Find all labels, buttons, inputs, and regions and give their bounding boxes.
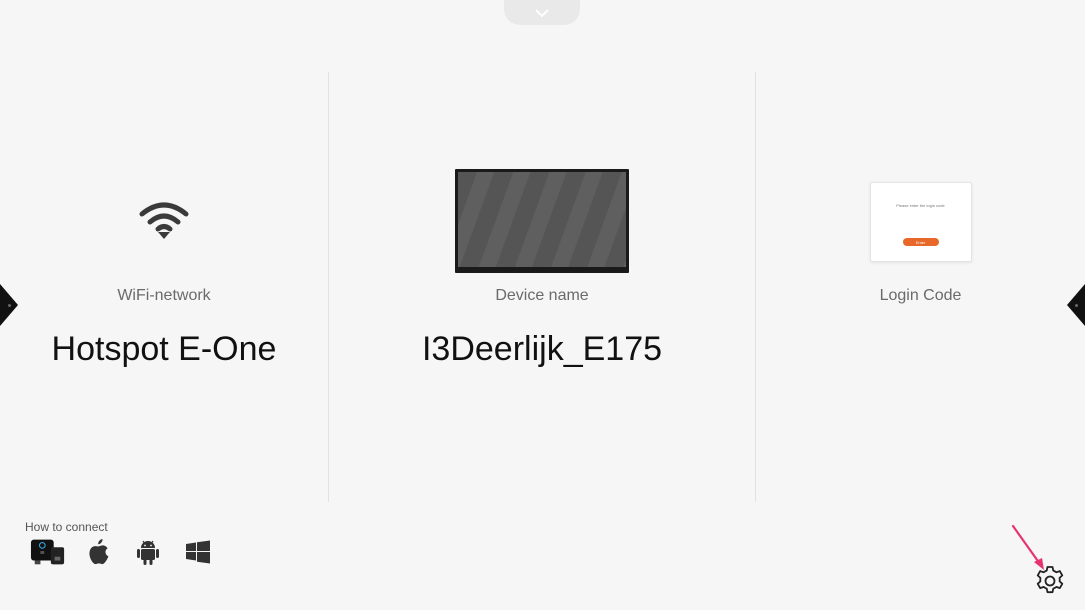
login-card-enter-button: Enter bbox=[902, 238, 939, 246]
tv-screen bbox=[458, 172, 626, 267]
chevron-down-icon bbox=[535, 8, 549, 17]
wifi-label: WiFi-network bbox=[117, 287, 211, 304]
login-code-card: Please enter the login code Enter bbox=[869, 182, 972, 262]
apple-icon[interactable] bbox=[80, 537, 116, 567]
android-icon[interactable] bbox=[130, 537, 166, 567]
platform-list bbox=[30, 537, 216, 567]
device-panel: Device name I3Deerlijk_E175 bbox=[329, 72, 755, 502]
login-card-prompt: Please enter the login code bbox=[896, 203, 945, 208]
launcher-screen: WiFi-network Hotspot E-One Device name I… bbox=[0, 0, 1085, 610]
device-name-value: I3Deerlijk_E175 bbox=[421, 330, 663, 368]
gear-icon[interactable] bbox=[1034, 564, 1066, 596]
login-panel: Please enter the login code Enter Login … bbox=[756, 72, 1085, 502]
display-device-image bbox=[455, 169, 629, 273]
windows-icon[interactable] bbox=[180, 537, 216, 567]
wifi-network-name: Hotspot E-One bbox=[51, 330, 277, 368]
how-to-connect-label: How to connect bbox=[25, 520, 108, 534]
wifi-panel: WiFi-network Hotspot E-One bbox=[0, 72, 328, 502]
wifi-icon bbox=[139, 202, 189, 239]
device-name-label: Device name bbox=[495, 287, 589, 304]
login-code-label: Login Code bbox=[879, 287, 962, 304]
byod-dongle-icon[interactable] bbox=[30, 537, 66, 567]
pull-down-tab[interactable] bbox=[504, 0, 580, 25]
